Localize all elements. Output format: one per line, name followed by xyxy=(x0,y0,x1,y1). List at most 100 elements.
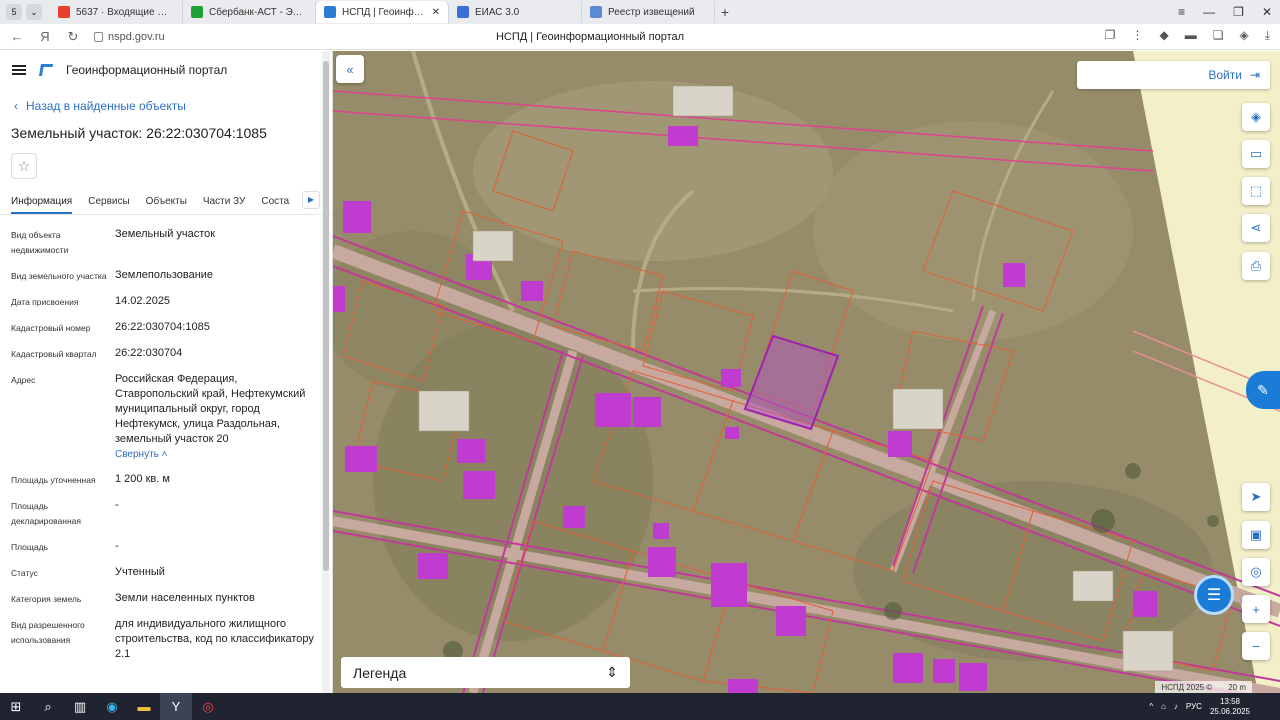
tray-chevron-icon[interactable]: ^ xyxy=(1149,702,1153,711)
property-value: 26:22:030704 xyxy=(115,347,183,359)
print-icon[interactable]: ⎙ xyxy=(1242,252,1270,280)
geolocation-icon[interactable]: ➤ xyxy=(1242,483,1270,511)
property-value: Землепользование xyxy=(115,269,214,281)
new-tab-button[interactable]: + xyxy=(715,4,735,20)
tab-composition[interactable]: Соста xyxy=(261,196,289,214)
property-label: Вид разрешенного использования xyxy=(11,620,85,645)
tab-counter[interactable]: 5 xyxy=(6,4,22,20)
tab-favicon-icon xyxy=(324,6,336,18)
more-icon[interactable]: ⋮ xyxy=(1131,28,1143,43)
tab-services[interactable]: Сервисы xyxy=(88,196,129,214)
zoom-in-icon[interactable]: + xyxy=(1242,595,1270,623)
tab-label: 5637 · Входящие — Яндекс xyxy=(76,6,174,18)
browser-tab[interactable]: Реестр извещений xyxy=(582,1,715,23)
favorite-star-icon[interactable]: ☆ xyxy=(11,153,37,179)
browser-tab[interactable]: Сбербанк-АСТ - Электро xyxy=(183,1,316,23)
place-icon[interactable]: ◎ xyxy=(1242,558,1270,586)
search-icon[interactable]: ⌕ xyxy=(32,693,64,720)
property-row: Вид разрешенного использования для индиви… xyxy=(11,617,332,662)
property-row: Площадь уточненная 1 200 кв. м xyxy=(11,472,332,488)
property-row: Вид земельного участка Землепользование xyxy=(11,268,332,284)
browser-tab[interactable]: НСПД | Геоинформац ✕ xyxy=(316,1,449,23)
share-icon[interactable]: ⋖ xyxy=(1242,214,1270,242)
clock[interactable]: 13:58 25.06.2025 xyxy=(1210,697,1250,717)
collapse-panel-button[interactable]: « xyxy=(336,55,364,83)
tab-label: НСПД | Геоинформац xyxy=(342,6,426,18)
extension-icon[interactable]: ◆ xyxy=(1159,28,1168,43)
portal-title: Геоинформационный портал xyxy=(66,63,228,77)
property-label: Площадь xyxy=(11,542,49,552)
ruler-icon[interactable]: ▭ xyxy=(1242,140,1270,168)
panel-scrollbar[interactable] xyxy=(322,51,330,693)
close-tab-icon[interactable]: ✕ xyxy=(432,7,440,18)
portal-logo-icon xyxy=(38,64,54,76)
restore-icon[interactable]: ❐ xyxy=(1233,5,1244,19)
browser-menu-icon[interactable]: ≡ xyxy=(1178,5,1185,19)
property-row: Кадастровый квартал 26:22:030704 xyxy=(11,346,332,362)
collapse-address-link[interactable]: Свернуть ˄ xyxy=(115,447,315,462)
property-row: Категория земель Земли населенных пунктов xyxy=(11,591,332,607)
folder-icon[interactable]: ▬ xyxy=(128,693,160,720)
network-icon[interactable]: ⌂ xyxy=(1161,702,1166,711)
legend-dropdown[interactable]: Легенда ⇕ xyxy=(341,657,630,688)
chat-icon[interactable]: ☰ xyxy=(1194,575,1234,615)
tab-label: Сбербанк-АСТ - Электро xyxy=(209,6,307,18)
property-label: Адрес xyxy=(11,375,36,385)
extension-icon[interactable]: ◈ xyxy=(1239,28,1248,43)
feedback-badge-icon[interactable]: ✎ xyxy=(1246,371,1280,409)
tab-favicon-icon xyxy=(191,6,203,18)
property-label: Площадь уточненная xyxy=(11,475,96,485)
os-taskbar: ⊞ ⌕ ▥ ◉ ▬ Y ◎ ^ ⌂ ♪ РУС 13:58 25.06.2025 xyxy=(0,693,1280,720)
tab-info[interactable]: Информация xyxy=(11,196,73,214)
tab-favicon-icon xyxy=(457,6,469,18)
browser-tab[interactable]: ЕИАС 3.0 xyxy=(449,1,582,23)
property-value: - xyxy=(115,499,119,511)
property-value: Земли населенных пунктов xyxy=(115,592,255,604)
expand-updown-icon: ⇕ xyxy=(606,664,618,680)
property-row: Дата присвоения 14.02.2025 xyxy=(11,294,332,310)
scroll-thumb[interactable] xyxy=(323,61,329,571)
map-view[interactable]: « Войти ⇥ ◈ ▭ ⬚ ⋖ ⎙ ✎ ➤ ▣ ◎ ☰ + − Легенд… xyxy=(333,51,1280,693)
browser-tab[interactable]: 5637 · Входящие — Яндекс xyxy=(50,1,183,23)
tab-objects[interactable]: Объекты xyxy=(146,196,187,214)
property-value: Учтенный xyxy=(115,566,165,578)
edge-icon[interactable]: ◉ xyxy=(96,693,128,720)
volume-icon[interactable]: ♪ xyxy=(1174,702,1178,711)
windows-start-icon[interactable]: ⊞ xyxy=(0,693,32,720)
tab-parts[interactable]: Части ЗУ xyxy=(203,196,245,214)
chevron-left-icon: ‹ xyxy=(14,99,18,113)
yandex-browser-icon[interactable]: Y xyxy=(160,693,192,720)
minimap-icon[interactable]: ▣ xyxy=(1242,521,1270,549)
collections-icon[interactable]: ❏ xyxy=(1213,28,1224,43)
tab-favicon-icon xyxy=(590,6,602,18)
area-select-icon[interactable]: ⬚ xyxy=(1242,177,1270,205)
scale-bar: 20 m xyxy=(1228,682,1246,692)
back-to-results-link[interactable]: ‹ Назад в найденные объекты xyxy=(14,99,332,113)
system-tray: ^ ⌂ ♪ РУС 13:58 25.06.2025 xyxy=(1149,693,1250,720)
login-button[interactable]: Войти ⇥ xyxy=(1077,61,1270,89)
bookmark-icon[interactable]: ❐ xyxy=(1105,28,1116,43)
property-value: 1 200 кв. м xyxy=(115,473,170,485)
property-label: Статус xyxy=(11,568,38,578)
tab-label: Реестр извещений xyxy=(608,6,695,18)
minimize-icon[interactable]: — xyxy=(1203,5,1215,19)
close-window-icon[interactable]: ✕ xyxy=(1262,5,1272,19)
app-icon[interactable]: ◎ xyxy=(192,693,224,720)
tabs-dropdown-icon[interactable]: ⌄ xyxy=(26,4,42,20)
property-row: Вид объекта недвижимости Земельный участо… xyxy=(11,227,332,258)
properties-list: Вид объекта недвижимости Земельный участо… xyxy=(0,215,332,662)
menu-icon[interactable] xyxy=(12,65,26,75)
extension-icon[interactable]: ▬ xyxy=(1185,28,1197,43)
info-tabs: Информация Сервисы Объекты Части ЗУ Сост… xyxy=(0,189,332,215)
address-bar: ← Я ↻ nspd.gov.ru НСПД | Геоинформационн… xyxy=(0,24,1280,50)
task-view-icon[interactable]: ▥ xyxy=(64,693,96,720)
downloads-icon[interactable]: ⤓ xyxy=(1265,28,1270,43)
property-value: 26:22:030704:1085 xyxy=(115,321,210,333)
tab-favicon-icon xyxy=(58,6,70,18)
lang-indicator[interactable]: РУС xyxy=(1186,702,1202,711)
property-value: 14.02.2025 xyxy=(115,295,171,307)
tabs-scroll-right-icon[interactable]: ▶ xyxy=(302,191,320,209)
property-value: - xyxy=(115,540,119,552)
layers-icon[interactable]: ◈ xyxy=(1242,103,1270,131)
zoom-out-icon[interactable]: − xyxy=(1242,632,1270,660)
